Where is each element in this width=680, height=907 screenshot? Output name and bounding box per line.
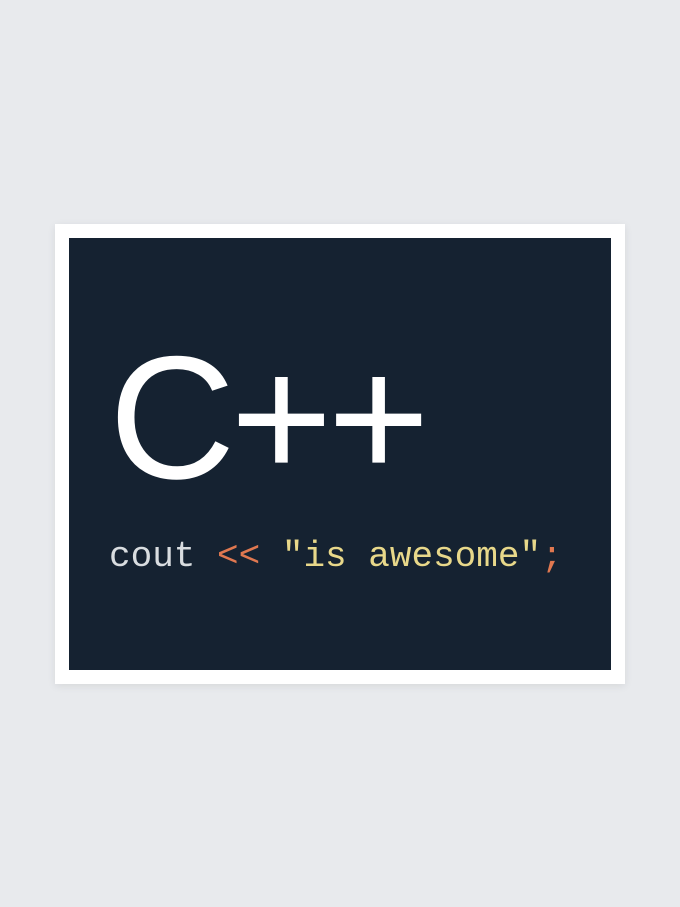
- code-token-semicolon: ;: [541, 536, 563, 577]
- code-token-operator: <<: [217, 536, 282, 577]
- poster-title: C++: [109, 331, 591, 506]
- poster-panel: C++ cout << "is awesome";: [69, 238, 611, 670]
- code-token-cout: cout: [109, 536, 217, 577]
- code-token-string: "is awesome": [282, 536, 541, 577]
- poster-frame: C++ cout << "is awesome";: [55, 224, 625, 684]
- code-line: cout << "is awesome";: [109, 536, 591, 577]
